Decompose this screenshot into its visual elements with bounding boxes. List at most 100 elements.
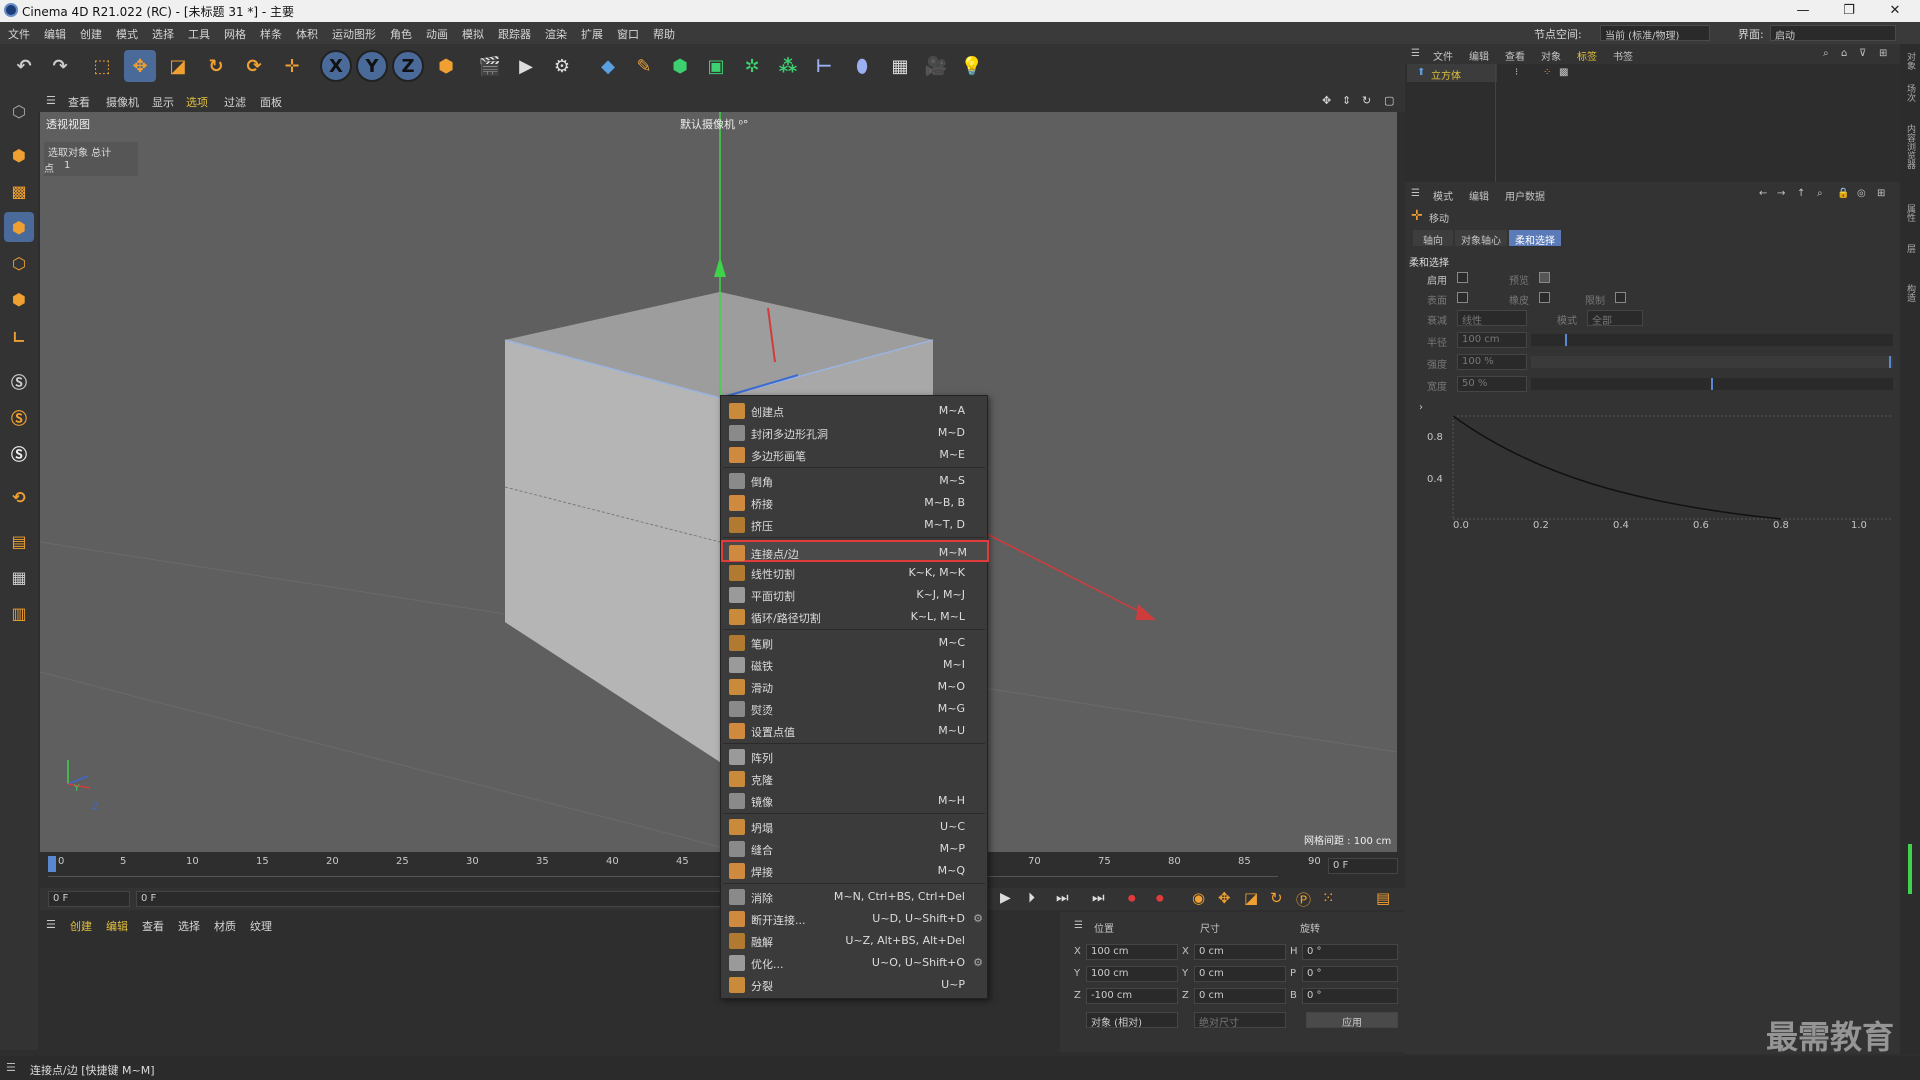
mat-menu-edit[interactable]: 编辑: [106, 918, 128, 934]
tweak-mode-icon[interactable]: ⟲: [4, 482, 34, 512]
pos-y-field[interactable]: 100 cm: [1086, 966, 1178, 982]
menu-extensions[interactable]: 扩展: [581, 26, 603, 42]
material-tag-icon[interactable]: ▩: [1559, 67, 1568, 78]
status-menu-icon[interactable]: ☰: [6, 1061, 16, 1074]
key-parameter-icon[interactable]: Ⓟ: [1296, 889, 1311, 910]
restrict-checkbox[interactable]: [1615, 292, 1626, 303]
width-field[interactable]: 50 %: [1457, 376, 1527, 392]
live-select-icon[interactable]: ⬚: [86, 50, 118, 82]
mat-menu-create[interactable]: 创建: [70, 918, 92, 934]
menu-item-create-point[interactable]: 创建点 M~A: [723, 400, 985, 422]
key-scale-icon[interactable]: ◪: [1244, 889, 1258, 907]
side-tab-layers[interactable]: 层: [1904, 244, 1917, 253]
play-icon[interactable]: ▶: [1000, 890, 1011, 906]
material-menu-icon[interactable]: ☰: [46, 918, 56, 931]
menu-item-melt[interactable]: 融解 U~Z, Alt+BS, Alt+Del: [723, 930, 985, 952]
cloner-icon[interactable]: ✲: [736, 50, 768, 82]
rotate-tool-icon[interactable]: ↻: [200, 50, 232, 82]
vp-zoom-icon[interactable]: ⇕: [1342, 94, 1351, 107]
mograph-icon[interactable]: ⁂: [772, 50, 804, 82]
start-frame-field[interactable]: 0 F: [48, 891, 130, 907]
menu-item-line-cut[interactable]: 线性切割 K~K, M~K: [723, 562, 985, 584]
menu-item-stitch[interactable]: 缝合 M~P: [723, 838, 985, 860]
side-tab-content-browser[interactable]: 内容浏览器: [1904, 124, 1917, 169]
snap-settings-icon[interactable]: Ⓢ: [4, 402, 34, 432]
autokey-icon[interactable]: ⏺: [1156, 889, 1164, 907]
om-menu-file[interactable]: 文件: [1433, 48, 1453, 63]
menu-file[interactable]: 文件: [8, 26, 30, 42]
render-view-icon[interactable]: 🎬: [474, 50, 506, 82]
vp-maximize-icon[interactable]: ▢: [1384, 94, 1394, 107]
om-menu-view[interactable]: 查看: [1505, 48, 1525, 63]
mat-menu-view[interactable]: 查看: [142, 918, 164, 934]
menu-animate[interactable]: 动画: [426, 26, 448, 42]
timeline-window-icon[interactable]: ▤: [1376, 889, 1390, 907]
last-frame-icon[interactable]: ⏭: [1092, 890, 1105, 906]
object-name[interactable]: 立方体: [1431, 67, 1461, 82]
minimize-button[interactable]: —: [1780, 0, 1826, 22]
axis-mode-icon[interactable]: ∟: [4, 322, 34, 352]
mat-menu-material[interactable]: 材质: [214, 918, 236, 934]
coords-menu-icon[interactable]: ☰: [1074, 920, 1083, 931]
om-menu-edit[interactable]: 编辑: [1469, 48, 1489, 63]
menu-render[interactable]: 渲染: [545, 26, 567, 42]
attr-menu-mode[interactable]: 模式: [1433, 188, 1453, 203]
strength-field[interactable]: 100 %: [1457, 354, 1527, 370]
menu-mesh[interactable]: 网格: [224, 26, 246, 42]
strength-slider[interactable]: [1531, 356, 1893, 368]
maximize-button[interactable]: ❐: [1826, 0, 1872, 22]
menu-item-magnet[interactable]: 磁铁 M~I: [723, 654, 985, 676]
size-mode-select[interactable]: 绝对尺寸: [1194, 1012, 1286, 1029]
perspective-viewport[interactable]: 透视视图 默认摄像机 ⁰° 选取对象 总计 点 1 网格间距 : 100 cm …: [40, 112, 1397, 852]
radius-slider-knob[interactable]: [1565, 334, 1567, 346]
menu-mode[interactable]: 模式: [116, 26, 138, 42]
menu-create[interactable]: 创建: [80, 26, 102, 42]
menu-mograph[interactable]: 运动图形: [332, 26, 376, 42]
menu-item-array[interactable]: 阵列: [723, 746, 985, 768]
viewport-menu-icon[interactable]: ☰: [46, 94, 56, 107]
redo-icon[interactable]: ↷: [44, 50, 76, 82]
om-menu-bookmarks[interactable]: 书签: [1613, 48, 1633, 63]
menu-item-disconnect[interactable]: 断开连接... U~D, U~Shift+D ⚙: [723, 908, 985, 930]
size-x-field[interactable]: 0 cm: [1194, 944, 1286, 960]
scale-tool-icon[interactable]: ◪: [162, 50, 194, 82]
side-tab-objects[interactable]: 对象: [1904, 52, 1917, 70]
menu-item-clone[interactable]: 克隆: [723, 768, 985, 790]
node-space-select[interactable]: 当前 (标准/物理): [1600, 25, 1710, 41]
radius-field[interactable]: 100 cm: [1457, 332, 1527, 348]
goto-end-icon[interactable]: ⏭: [1056, 890, 1069, 906]
menu-item-mirror[interactable]: 镜像 M~H: [723, 790, 985, 812]
width-slider[interactable]: [1531, 378, 1893, 390]
menu-select[interactable]: 选择: [152, 26, 174, 42]
menu-volume[interactable]: 体积: [296, 26, 318, 42]
key-position-icon[interactable]: ✥: [1218, 889, 1231, 907]
axis-z-lock-button[interactable]: Z: [392, 50, 424, 82]
edges-mode-icon[interactable]: ⬡: [4, 248, 34, 278]
axis-y-lock-button[interactable]: Y: [356, 50, 388, 82]
attr-search-icon[interactable]: ⌕: [1817, 188, 1823, 199]
planar-workplane-icon[interactable]: ▥: [4, 598, 34, 628]
om-home-icon[interactable]: ⌂: [1841, 48, 1847, 59]
attr-menu-icon[interactable]: ☰: [1411, 188, 1420, 199]
pos-z-field[interactable]: -100 cm: [1086, 988, 1178, 1004]
om-new-window-icon[interactable]: ⊞: [1879, 48, 1887, 59]
mat-menu-select[interactable]: 选择: [178, 918, 200, 934]
current-frame-field[interactable]: 0 F: [1328, 858, 1398, 874]
menu-item-slide[interactable]: 滑动 M~O: [723, 676, 985, 698]
workplane-icon[interactable]: ▤: [4, 526, 34, 556]
deformer-icon[interactable]: ⊢: [808, 50, 840, 82]
radius-slider[interactable]: [1531, 334, 1893, 346]
snap-icon[interactable]: Ⓢ: [4, 366, 34, 396]
menu-item-close-hole[interactable]: 封闭多边形孔洞 M~D: [723, 422, 985, 444]
om-menu-icon[interactable]: ☰: [1411, 48, 1420, 59]
key-rotation-icon[interactable]: ↻: [1270, 889, 1283, 907]
render-picture-viewer-icon[interactable]: ▶: [510, 50, 542, 82]
enable-checkbox[interactable]: [1457, 272, 1468, 283]
polygons-mode-icon[interactable]: ⬢: [4, 284, 34, 314]
menu-item-split[interactable]: 分裂 U~P: [723, 974, 985, 996]
om-filter-icon[interactable]: ⊽: [1859, 48, 1866, 59]
points-mode-icon[interactable]: ⬢: [4, 212, 34, 242]
menu-item-dissolve[interactable]: 消除 M~N, Ctrl+BS, Ctrl+Del: [723, 886, 985, 908]
visibility-toggle-icon[interactable]: ⁝: [1515, 67, 1518, 78]
playhead[interactable]: [48, 856, 56, 872]
